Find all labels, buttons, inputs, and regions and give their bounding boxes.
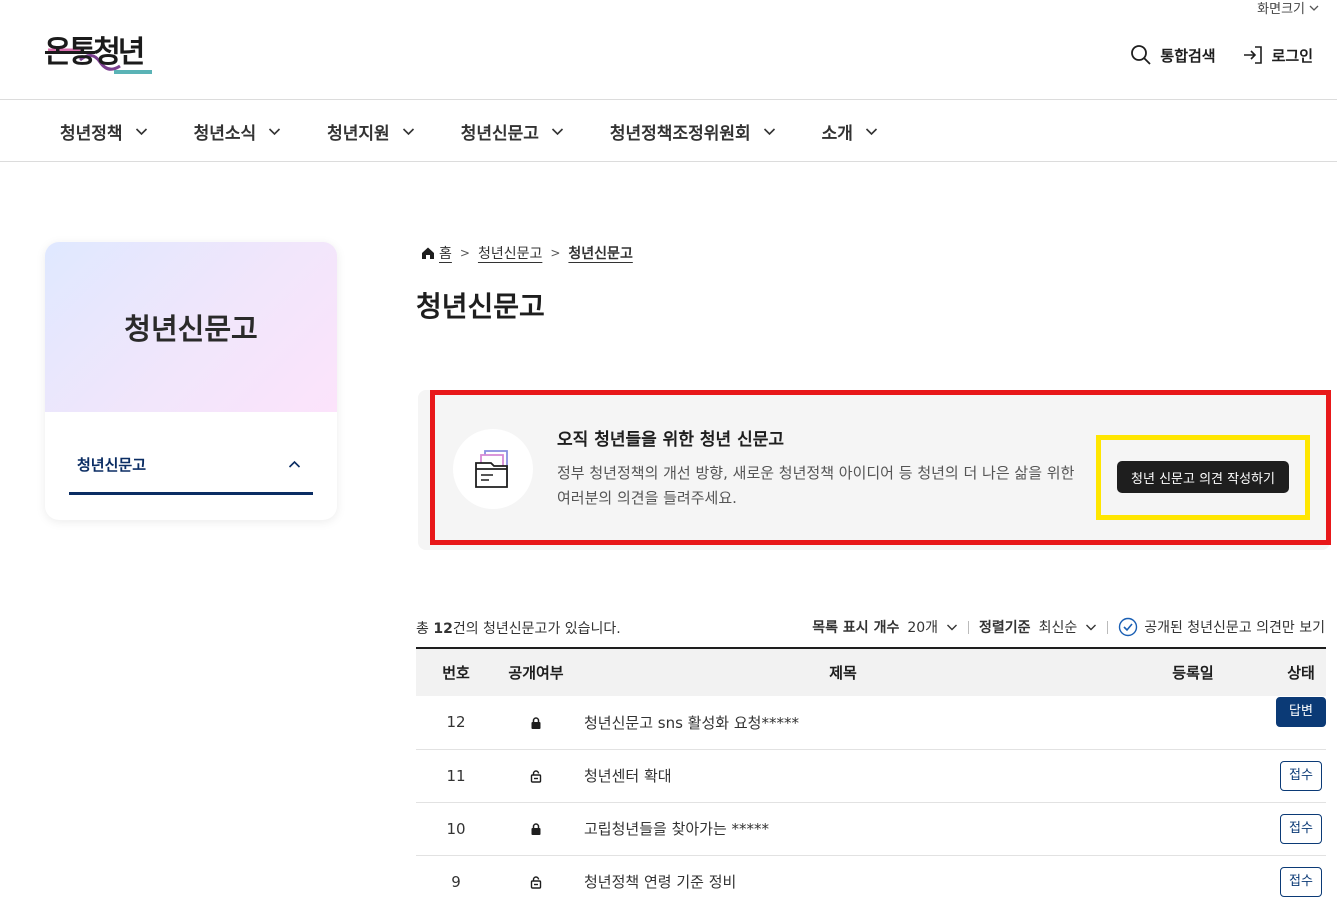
highlight-box-yellow: [1096, 435, 1310, 520]
petition-table: 번호 공개여부 제목 등록일 상태 12 청년신문고 sns 활성화 요청***…: [416, 647, 1326, 898]
gnb-item-news[interactable]: 청년소식: [194, 119, 282, 144]
breadcrumb-current: 청년신문고: [568, 246, 633, 262]
gnb-item-support[interactable]: 청년지원: [327, 119, 415, 144]
row-date: [1110, 855, 1276, 898]
row-number: 12: [446, 713, 466, 732]
lock-open-icon: [496, 855, 576, 898]
divider: [1107, 620, 1109, 634]
row-date: [1110, 696, 1276, 749]
gnb-label: 청년소식: [193, 123, 257, 144]
gnb-label: 청년지원: [327, 123, 390, 144]
breadcrumb: 홈 > 청년신문고 > 청년신문고: [421, 243, 633, 263]
th-state: 상태: [1287, 664, 1315, 682]
gnb-item-petition[interactable]: 청년신문고: [461, 119, 564, 144]
gnb-label: 청년신문고: [460, 123, 539, 144]
table-row[interactable]: 11 청년센터 확대 접수: [416, 749, 1326, 802]
gnb-label: 소개: [821, 123, 853, 144]
row-date: [1110, 749, 1276, 802]
th-number: 번호: [442, 664, 470, 682]
search-label: 통합검색: [1160, 46, 1216, 65]
row-date: [1110, 802, 1276, 855]
side-menu-item-petition[interactable]: 청년신문고: [69, 454, 313, 495]
login-button[interactable]: 로그인: [1242, 44, 1313, 66]
sort-value: 최신순: [1038, 620, 1078, 636]
divider: [968, 620, 970, 634]
sort-select[interactable]: 정렬기준 최신순: [979, 617, 1097, 637]
side-menu-item-label: 청년신문고: [77, 456, 147, 474]
logo-text: 온통청년: [44, 35, 145, 70]
sort-label: 정렬기준: [979, 620, 1031, 636]
table-header-row: 번호 공개여부 제목 등록일 상태: [416, 648, 1326, 696]
row-title-link[interactable]: 청년센터 확대: [576, 749, 1110, 802]
page-title: 청년신문고: [416, 290, 545, 323]
breadcrumb-home-label: 홈: [439, 246, 452, 262]
status-badge[interactable]: 접수: [1280, 760, 1322, 791]
gnb-item-committee[interactable]: 청년정책조정위원회: [610, 119, 776, 144]
row-number: 11: [446, 766, 466, 785]
list-options: 목록 표시 개수 20개 정렬기준 최신순 공개된 청년신문고 의견만 보기: [812, 617, 1325, 637]
th-public: 공개여부: [508, 664, 564, 682]
table-row[interactable]: 10 고립청년들을 찾아가는 ***** 접수: [416, 802, 1326, 855]
table-row[interactable]: 12 청년신문고 sns 활성화 요청***** 답변완료: [416, 696, 1326, 749]
lock-closed-icon: [496, 802, 576, 855]
chevron-down-icon: [1086, 624, 1097, 631]
gnb-item-policy[interactable]: 청년정책: [60, 119, 148, 144]
list-count-number: 12: [433, 621, 453, 637]
chevron-down-icon: [402, 127, 414, 135]
lock-open-icon: [496, 749, 576, 802]
table-row[interactable]: 9 청년정책 연령 기준 정비 접수: [416, 855, 1326, 898]
status-badge[interactable]: 접수: [1280, 813, 1322, 844]
home-icon: [422, 247, 434, 259]
chevron-down-icon: [135, 127, 147, 135]
th-date: 등록일: [1172, 664, 1214, 682]
breadcrumb-level1[interactable]: 청년신문고: [478, 243, 542, 263]
side-menu-title: 청년신문고: [124, 312, 258, 346]
row-number: 9: [451, 872, 461, 891]
gnb-label: 청년정책조정위원회: [609, 123, 751, 144]
row-title-link[interactable]: 청년정책 연령 기준 정비: [576, 855, 1110, 898]
row-number: 10: [446, 819, 466, 838]
per-page-value: 20개: [907, 620, 939, 636]
gnb-item-about[interactable]: 소개: [822, 119, 878, 144]
list-count-suffix: 건의 청년신문고가 있습니다.: [452, 621, 621, 637]
search-button[interactable]: 통합검색: [1130, 44, 1216, 66]
chevron-down-icon: [947, 624, 958, 631]
login-icon: [1243, 46, 1262, 64]
list-count-prefix: 총: [416, 621, 434, 637]
per-page-label: 목록 표시 개수: [812, 620, 900, 636]
row-title-link[interactable]: 고립청년들을 찾아가는 *****: [576, 802, 1110, 855]
public-only-checkbox[interactable]: 공개된 청년신문고 의견만 보기: [1118, 617, 1325, 637]
site-header: 온통청년 통합검색 로그인: [0, 0, 1337, 100]
check-circle-icon: [1119, 617, 1138, 637]
chevron-up-icon: [288, 460, 301, 468]
breadcrumb-home[interactable]: 홈: [421, 243, 452, 263]
list-count-text: 총 12건의 청년신문고가 있습니다.: [416, 618, 621, 638]
side-menu-header: 청년신문고: [45, 242, 337, 412]
side-menu: 청년신문고 청년신문고: [45, 242, 337, 520]
th-title: 제목: [829, 664, 857, 682]
search-icon: [1131, 45, 1152, 65]
login-label: 로그인: [1271, 46, 1313, 65]
site-logo[interactable]: 온통청년: [44, 28, 156, 82]
lock-closed-icon: [496, 696, 576, 749]
chevron-down-icon: [763, 127, 775, 135]
breadcrumb-separator-icon: >: [459, 246, 470, 260]
status-badge[interactable]: 접수: [1280, 866, 1322, 897]
per-page-select[interactable]: 목록 표시 개수 20개: [812, 617, 958, 637]
chevron-down-icon: [551, 127, 563, 135]
gnb-label: 청년정책: [60, 123, 123, 144]
row-title-link[interactable]: 청년신문고 sns 활성화 요청*****: [576, 696, 1110, 749]
public-only-label: 공개된 청년신문고 의견만 보기: [1144, 620, 1325, 636]
chevron-down-icon: [269, 127, 281, 135]
breadcrumb-separator-icon: >: [550, 246, 561, 260]
status-badge[interactable]: 답변완료: [1276, 697, 1326, 747]
main-navigation: 청년정책 청년소식 청년지원 청년신문고 청년정책조정위원회 소개: [0, 100, 1337, 162]
chevron-down-icon: [865, 127, 878, 135]
